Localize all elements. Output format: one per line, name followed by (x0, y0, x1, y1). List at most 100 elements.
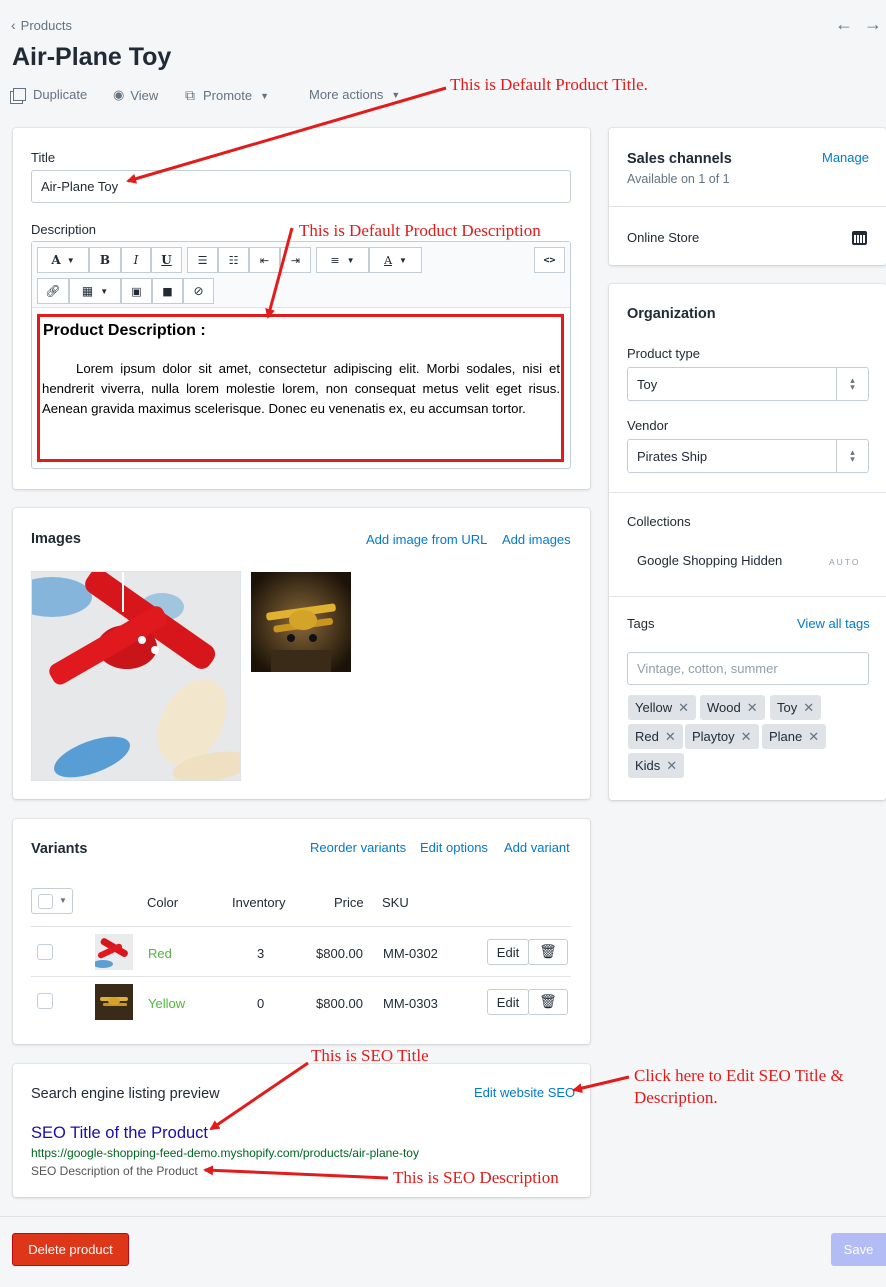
clear-format-button[interactable]: ⊘ (183, 278, 214, 304)
edit-options-link[interactable]: Edit options (420, 840, 488, 855)
description-body: Lorem ipsum dolor sit amet, consectetur … (42, 361, 560, 416)
bold-button[interactable]: B (89, 247, 121, 273)
remove-tag-icon[interactable]: ✕ (808, 729, 819, 745)
description-heading: Product Description : (43, 322, 206, 339)
variant-color-link[interactable]: Yellow (148, 996, 185, 1011)
remove-tag-icon[interactable]: ✕ (665, 729, 676, 745)
numbered-list-button[interactable]: ☷ (218, 247, 249, 273)
red-plane-illustration (32, 572, 240, 780)
underline-label: U (161, 253, 172, 267)
footer-divider (0, 1216, 886, 1217)
table-button[interactable]: ▦ ▼ (69, 278, 121, 304)
view-button[interactable]: ◉ View (113, 87, 158, 103)
annotation-seo-description: This is SEO Description (393, 1168, 559, 1187)
tag-chip: Yellow ✕ (628, 695, 697, 720)
more-actions-button[interactable]: More actions ▼ (309, 87, 400, 102)
vendor-label: Vendor (627, 418, 669, 433)
save-button[interactable]: Save (831, 1233, 886, 1266)
bullet-list-button[interactable]: ☰ (187, 247, 218, 273)
tags-placeholder: Vintage, cotton, summer (637, 661, 778, 676)
tag-label: Yellow (635, 700, 673, 715)
remove-tag-icon[interactable]: ✕ (747, 700, 758, 716)
view-label: View (130, 87, 159, 103)
product-image-secondary[interactable] (251, 572, 351, 672)
trash-icon: 🗑︎ (539, 994, 557, 1010)
card-divider (609, 206, 886, 207)
text-color-button[interactable]: A ▼ (369, 247, 422, 273)
bulk-checkbox (38, 894, 53, 909)
eye-icon: ◉ (113, 87, 125, 102)
variant-thumbnail (95, 934, 133, 970)
description-label: Description (31, 222, 97, 237)
remove-tag-icon[interactable]: ✕ (678, 700, 689, 716)
duplicate-button[interactable]: Duplicate (13, 87, 87, 102)
save-label: Save (843, 1242, 874, 1257)
tag-label: Wood (707, 700, 741, 715)
link-button[interactable]: 🔗︎ (37, 278, 69, 304)
remove-tag-icon[interactable]: ✕ (803, 700, 814, 716)
add-images-link[interactable]: Add images (502, 532, 571, 547)
variant-edit-button[interactable]: Edit (487, 939, 529, 965)
indent-button[interactable]: ⇥ (280, 247, 311, 273)
prev-product-icon[interactable]: ← (835, 14, 853, 35)
caret-down-icon: ▼ (346, 255, 355, 265)
view-all-tags-link[interactable]: View all tags (797, 616, 870, 631)
sales-channels-heading: Sales channels (627, 151, 732, 167)
tag-label: Kids (635, 758, 661, 773)
annotation-seo-title: This is SEO Title (311, 1046, 429, 1065)
caret-down-icon: ▼ (66, 255, 75, 265)
next-product-icon[interactable]: → (864, 14, 882, 35)
italic-button[interactable]: I (121, 247, 151, 273)
video-button[interactable]: ■ (152, 278, 183, 304)
product-image-main[interactable] (31, 571, 241, 781)
caret-down-icon: ▼ (391, 89, 401, 100)
image-button[interactable]: ▣ (121, 278, 152, 304)
reorder-variants-link[interactable]: Reorder variants (310, 840, 406, 855)
delete-product-label: Delete product (28, 1242, 113, 1257)
availability-text: Available on 1 of 1 (627, 172, 730, 186)
vendor-value: Pirates Ship (637, 448, 708, 464)
variant-checkbox[interactable] (37, 993, 53, 1009)
caret-down-icon: ▼ (59, 896, 67, 905)
variant-thumbnail (95, 984, 133, 1020)
variant-delete-button[interactable]: 🗑︎ (528, 939, 568, 965)
variant-edit-button[interactable]: Edit (487, 989, 529, 1015)
font-style-button[interactable]: A ▼ (37, 247, 89, 273)
add-variant-link[interactable]: Add variant (504, 840, 570, 855)
add-image-url-link[interactable]: Add image from URL (366, 532, 487, 547)
product-type-select[interactable]: Toy ▴ ▾ (627, 367, 869, 401)
bulk-select[interactable]: ▼ (31, 888, 73, 914)
variant-inventory: 3 (257, 946, 265, 961)
variant-price: $800.00 (316, 946, 363, 961)
edit-seo-link[interactable]: Edit website SEO (474, 1085, 575, 1100)
tags-input[interactable]: Vintage, cotton, summer (627, 652, 869, 685)
variants-heading: Variants (31, 841, 88, 857)
remove-tag-icon[interactable]: ✕ (666, 758, 677, 774)
promote-button[interactable]: ⧉ Promote ▼ (185, 87, 269, 104)
outdent-button[interactable]: ⇤ (249, 247, 280, 273)
variant-color-link[interactable]: Red (148, 946, 172, 961)
html-code-button[interactable]: <> (534, 247, 565, 273)
calendar-icon[interactable] (852, 231, 867, 245)
tag-chip: Toy ✕ (770, 695, 822, 720)
breadcrumb[interactable]: ‹ Products (11, 17, 72, 33)
variant-checkbox[interactable] (37, 944, 53, 960)
remove-tag-icon[interactable]: ✕ (741, 729, 752, 745)
underline-button[interactable]: U (151, 247, 182, 273)
trash-icon: 🗑︎ (539, 944, 557, 960)
title-input[interactable]: Air-Plane Toy (31, 170, 571, 203)
table-icon: ▦ (81, 284, 94, 298)
align-left-icon: ≡ (330, 253, 340, 267)
variant-price: $800.00 (316, 996, 363, 1011)
manage-link[interactable]: Manage (822, 150, 869, 165)
bullet-list-icon: ☰ (197, 253, 208, 267)
breadcrumb-label: Products (20, 17, 72, 33)
variant-delete-button[interactable]: 🗑︎ (528, 989, 568, 1015)
caret-down-icon: ▼ (399, 255, 407, 265)
align-button[interactable]: ≡ ▼ (316, 247, 369, 273)
title-input-value: Air-Plane Toy (41, 179, 119, 194)
italic-label: I (133, 253, 139, 267)
description-content[interactable]: Product Description : Lorem ipsum dolor … (37, 314, 564, 462)
delete-product-button[interactable]: Delete product (12, 1233, 129, 1266)
vendor-select[interactable]: Pirates Ship ▴ ▾ (627, 439, 869, 473)
